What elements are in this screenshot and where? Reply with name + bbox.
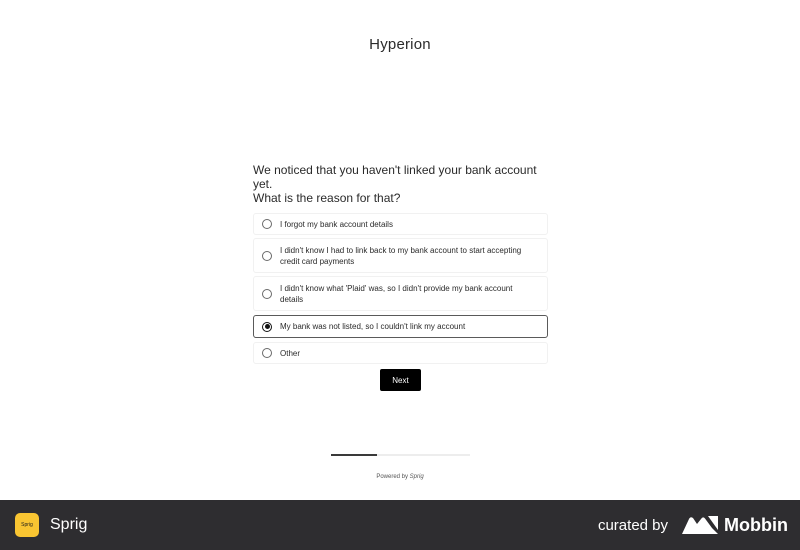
footer-bar: Sprig Sprig curated by Mobbin bbox=[0, 500, 800, 550]
powered-by-brand: Sprig bbox=[409, 474, 424, 480]
option-label: I didn't know I had to link back to my b… bbox=[280, 245, 522, 266]
mobbin-logo-icon bbox=[682, 516, 719, 534]
question-line-1: We noticed that you haven't linked your … bbox=[253, 163, 537, 191]
option-didnt-know-link[interactable]: I didn't know I had to link back to my b… bbox=[253, 238, 548, 273]
footer-right: curated by Mobbin bbox=[598, 515, 788, 536]
page-title: Hyperion bbox=[369, 36, 431, 53]
progress-bar bbox=[331, 454, 470, 456]
option-label: My bank was not listed, so I couldn't li… bbox=[280, 322, 466, 331]
option-label: Other bbox=[280, 348, 301, 358]
radio-icon[interactable] bbox=[262, 288, 272, 299]
powered-by: Powered by Sprig bbox=[0, 474, 800, 480]
next-button[interactable]: Next bbox=[380, 369, 421, 391]
progress-fill bbox=[331, 454, 377, 456]
page: Hyperion We noticed that you haven't lin… bbox=[0, 0, 800, 550]
answer-options: I forgot my bank account details I didn'… bbox=[253, 213, 548, 367]
footer-brand-name: Sprig bbox=[50, 516, 88, 533]
sprig-logo-text: Sprig bbox=[21, 522, 33, 528]
radio-icon[interactable] bbox=[262, 348, 272, 358]
radio-icon[interactable] bbox=[262, 250, 272, 261]
survey-card: We noticed that you haven't linked your … bbox=[253, 163, 548, 391]
option-didnt-know-plaid[interactable]: I didn't know what 'Plaid' was, so I did… bbox=[253, 276, 548, 311]
radio-checked-icon[interactable] bbox=[262, 321, 272, 332]
footer-curator-name: Mobbin bbox=[724, 514, 788, 535]
option-bank-not-listed[interactable]: My bank was not listed, so I couldn't li… bbox=[253, 315, 548, 338]
powered-by-prefix: Powered by bbox=[376, 474, 408, 480]
next-button-row: Next bbox=[253, 369, 548, 391]
option-other[interactable]: Other bbox=[253, 342, 548, 364]
footer-left: Sprig Sprig bbox=[15, 513, 87, 537]
curated-by-text: curated by bbox=[597, 516, 669, 534]
option-forgot-details[interactable]: I forgot my bank account details bbox=[253, 213, 548, 235]
survey-question: We noticed that you haven't linked your … bbox=[253, 163, 548, 205]
question-line-2: What is the reason for that? bbox=[253, 191, 401, 205]
sprig-logo-icon: Sprig bbox=[15, 513, 39, 537]
radio-icon[interactable] bbox=[262, 219, 272, 229]
option-label: I didn't know what 'Plaid' was, so I did… bbox=[280, 283, 513, 304]
option-label: I forgot my bank account details bbox=[280, 219, 393, 229]
